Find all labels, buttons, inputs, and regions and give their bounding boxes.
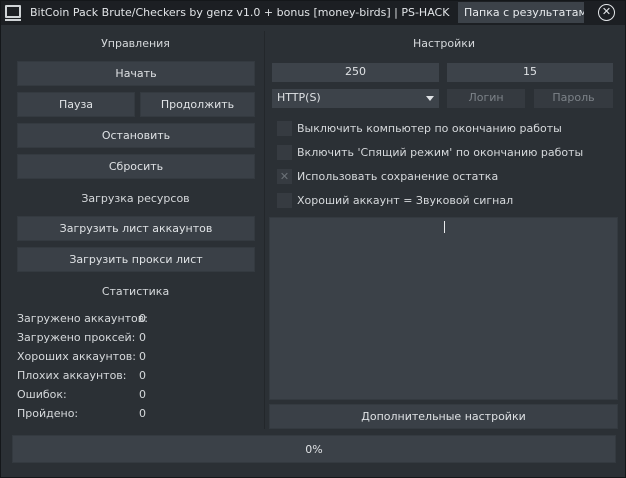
stat-value: 0 bbox=[139, 407, 146, 420]
chevron-down-icon bbox=[426, 96, 434, 101]
progress-text: 0% bbox=[305, 443, 323, 456]
progress-bar: 0% bbox=[12, 435, 616, 463]
pause-button[interactable]: Пауза bbox=[17, 92, 135, 117]
proxy-type-value: HTTP(S) bbox=[277, 91, 321, 104]
settings-header: Настройки bbox=[412, 37, 476, 50]
panel-divider bbox=[264, 31, 265, 429]
option-label: Включить 'Спящий режим' по окончанию раб… bbox=[297, 146, 584, 159]
stat-label: Плохих аккаунтов: bbox=[17, 369, 127, 382]
stat-label: Ошибок: bbox=[17, 388, 67, 401]
advanced-settings-button[interactable]: Дополнительные настройки bbox=[269, 404, 618, 429]
checkbox-checked[interactable]: ✕ bbox=[277, 169, 292, 184]
window-title: BitCoin Pack Brute/Checkers by genz v1.0… bbox=[30, 6, 450, 19]
resume-button[interactable]: Продолжить bbox=[140, 92, 255, 117]
option-label: Хороший аккаунт = Звуковой сигнал bbox=[297, 194, 514, 207]
stop-button[interactable]: Остановить bbox=[17, 123, 255, 148]
log-textarea[interactable] bbox=[269, 217, 618, 400]
checkbox[interactable] bbox=[277, 193, 292, 208]
stat-label: Загружено аккаунтов: bbox=[17, 312, 148, 325]
main-window: BitCoin Pack Brute/Checkers by genz v1.0… bbox=[0, 0, 626, 478]
proxy-type-select[interactable]: HTTP(S) bbox=[272, 89, 439, 108]
threads-input[interactable]: 250 bbox=[272, 63, 439, 82]
load-accounts-button[interactable]: Загрузить лист аккаунтов bbox=[17, 216, 255, 241]
monitor-icon bbox=[5, 5, 21, 21]
option-label: Выключить компьютер по окончанию работы bbox=[297, 122, 562, 135]
stat-label: Загружено проксей: bbox=[17, 331, 136, 344]
option-label: Использовать сохранение остатка bbox=[297, 170, 499, 183]
checkbox[interactable] bbox=[277, 121, 292, 136]
start-button[interactable]: Начать bbox=[17, 61, 255, 86]
load-proxies-button[interactable]: Загрузить прокси лист bbox=[17, 247, 255, 272]
checkbox[interactable] bbox=[277, 145, 292, 160]
stat-value: 0 bbox=[139, 312, 146, 325]
reset-button[interactable]: Сбросить bbox=[17, 154, 255, 179]
title-bar: BitCoin Pack Brute/Checkers by genz v1.0… bbox=[1, 1, 625, 25]
stat-label: Пройдено: bbox=[17, 407, 79, 420]
login-field[interactable]: Логин bbox=[447, 89, 525, 108]
password-field[interactable]: Пароль bbox=[534, 89, 613, 108]
stat-label: Хороших аккаунтов: bbox=[17, 350, 136, 363]
stat-value: 0 bbox=[139, 350, 146, 363]
resources-header: Загрузка ресурсов bbox=[81, 192, 190, 205]
text-caret bbox=[444, 221, 445, 233]
stat-value: 0 bbox=[139, 369, 146, 382]
close-icon[interactable]: ✕ bbox=[598, 4, 615, 21]
controls-header: Управления bbox=[101, 37, 170, 50]
timeout-input[interactable]: 15 bbox=[447, 63, 613, 82]
stat-value: 0 bbox=[139, 331, 146, 344]
results-folder-button[interactable]: Папка с результатами bbox=[458, 2, 584, 23]
stats-header: Статистика bbox=[101, 285, 170, 298]
stat-value: 0 bbox=[139, 388, 146, 401]
